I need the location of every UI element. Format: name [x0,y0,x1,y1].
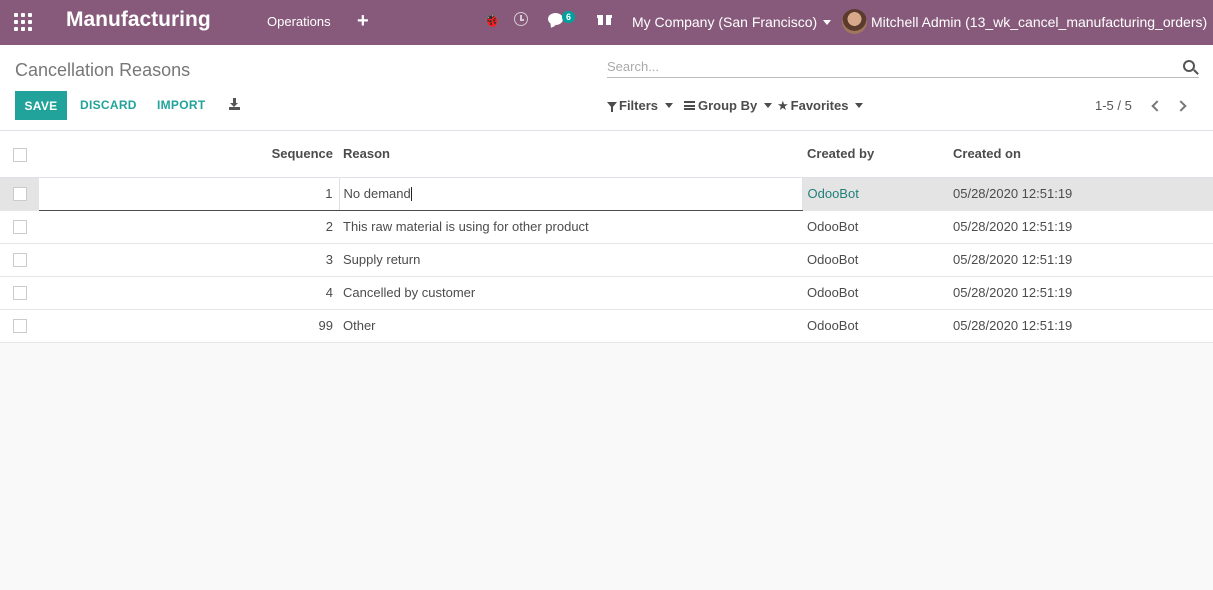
user-name: Mitchell Admin (13_wk_cancel_manufacturi… [871,14,1208,30]
sequence-cell[interactable]: 3 [39,243,339,276]
created-on-cell: 05/28/2020 12:51:19 [953,219,1073,234]
reason-cell[interactable]: Supply return [339,243,802,276]
user-avatar[interactable] [842,9,867,34]
reason-cell[interactable]: Cancelled by customer [339,276,802,309]
search-bar [607,57,1199,78]
reason-cell[interactable]: This raw material is using for other pro… [339,210,802,243]
select-all-checkbox[interactable] [13,147,27,162]
quick-create-plus-icon[interactable]: + [357,10,369,33]
created-by-cell: OdooBot [807,252,859,267]
created-on-cell: 05/28/2020 12:51:19 [953,252,1073,267]
sequence-cell[interactable]: 2 [39,210,339,243]
reasons-table: Sequence Reason Created by Created on 1 … [0,131,1213,343]
pager-value[interactable]: 1-5 / 5 [1095,98,1132,113]
groupby-label: Group By [698,98,758,113]
groupby-dropdown[interactable]: Group By [684,98,773,113]
table-row[interactable]: 4 Cancelled by customer OdooBot 05/28/20… [0,276,1213,309]
chevron-down-icon [855,103,864,109]
menu-operations[interactable]: Operations [267,14,331,29]
gift-icon[interactable] [597,13,612,25]
chevron-down-icon [764,103,773,109]
chat-count-badge: 6 [562,11,576,23]
row-select-cell [0,210,39,243]
list-view: Sequence Reason Created by Created on 1 … [0,131,1213,343]
row-checkbox[interactable] [13,319,27,334]
control-panel: Cancellation Reasons SAVE DISCARD IMPORT… [0,45,1213,131]
column-header-created-on[interactable]: Created on [948,131,1213,178]
app-brand[interactable]: Manufacturing [66,8,211,32]
table-row[interactable]: 1 No demand OdooBot 05/28/2020 12:51:19 [0,177,1213,211]
created-on-cell: 05/28/2020 12:51:19 [953,186,1073,201]
row-checkbox[interactable] [13,286,27,301]
reason-input[interactable]: No demand [344,186,411,201]
filters-label: Filters [619,98,659,113]
list-bars-icon [684,101,695,111]
text-cursor [410,187,412,202]
favorites-dropdown[interactable]: ★ Favorites [777,98,864,114]
table-row[interactable]: 2 This raw material is using for other p… [0,210,1213,243]
select-all-cell [0,131,39,178]
filter-icon [607,102,617,113]
row-select-cell [0,309,39,342]
column-header-created-by[interactable]: Created by [802,131,948,178]
search-icon[interactable] [1183,60,1195,72]
pager-prev-chevron-icon[interactable] [1151,100,1163,112]
download-icon[interactable] [229,98,240,110]
search-input[interactable] [607,57,1167,75]
reason-cell[interactable]: Other [339,309,802,342]
row-checkbox[interactable] [13,187,27,202]
table-header-row: Sequence Reason Created by Created on [0,131,1213,178]
sequence-cell[interactable]: 1 [39,177,339,211]
save-button[interactable]: SAVE [15,91,67,120]
row-select-cell [0,276,39,309]
sequence-cell[interactable]: 99 [39,309,339,342]
apps-menu-icon[interactable] [14,13,32,31]
breadcrumb: Cancellation Reasons [15,60,191,80]
row-checkbox[interactable] [13,220,27,235]
created-by-cell: OdooBot [807,318,859,333]
import-button[interactable]: IMPORT [157,98,205,112]
star-icon: ★ [777,98,789,113]
filters-dropdown[interactable]: Filters [607,98,674,113]
column-header-sequence[interactable]: Sequence [39,131,339,178]
favorites-label: Favorites [790,98,849,113]
company-switcher[interactable]: My Company (San Francisco) [632,14,832,30]
column-header-reason[interactable]: Reason [339,131,802,178]
created-by-cell: OdooBot [807,219,859,234]
pager-next-chevron-icon[interactable] [1175,100,1187,112]
sequence-cell[interactable]: 4 [39,276,339,309]
chevron-down-icon [823,19,832,25]
row-checkbox[interactable] [13,253,27,268]
discard-button[interactable]: DISCARD [80,98,137,112]
top-navbar: Manufacturing Operations + 🐞 6 My Compan… [0,0,1213,45]
user-menu[interactable]: Mitchell Admin (13_wk_cancel_manufacturi… [871,14,1213,30]
company-name: My Company (San Francisco) [632,14,818,30]
debug-bug-icon[interactable]: 🐞 [483,12,500,29]
table-row[interactable]: 99 Other OdooBot 05/28/2020 12:51:19 [0,309,1213,342]
row-select-cell [0,243,39,276]
reason-edit-cell[interactable]: No demand [338,177,803,211]
activity-clock-icon[interactable] [514,12,528,26]
created-on-cell: 05/28/2020 12:51:19 [953,285,1073,300]
created-by-cell[interactable]: OdooBot [802,177,948,210]
messaging-chat-icon[interactable] [548,13,563,25]
row-select-cell [0,177,39,210]
created-by-cell: OdooBot [807,285,859,300]
chevron-down-icon [665,103,674,109]
created-on-cell: 05/28/2020 12:51:19 [953,318,1073,333]
table-row[interactable]: 3 Supply return OdooBot 05/28/2020 12:51… [0,243,1213,276]
